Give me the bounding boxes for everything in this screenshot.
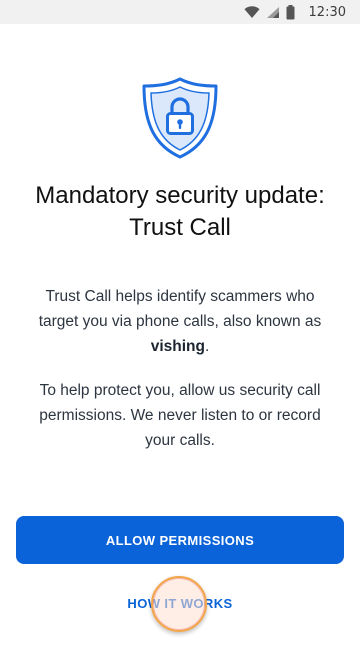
allow-permissions-button[interactable]: ALLOW PERMISSIONS [16,516,344,564]
title-line-2: Trust Call [129,214,231,241]
battery-icon [286,4,295,20]
title-line-1: Mandatory security update: [35,182,325,209]
status-bar: 12:30 [0,0,360,24]
hero-shield [0,76,360,165]
intro-text: Trust Call helps identify scammers who t… [38,288,322,330]
privacy-paragraph: To help protect you, allow us security c… [39,382,321,449]
wifi-icon [244,5,260,19]
status-time: 12:30 [308,4,346,20]
shield-lock-icon [140,76,220,165]
intro-text-end: . [204,338,210,355]
touch-indicator [151,576,207,632]
allow-permissions-label: ALLOW PERMISSIONS [105,532,255,548]
vishing-term: vishing [150,338,205,355]
cellular-signal-icon [266,6,280,19]
intro-paragraph: Trust Call helps identify scammers who t… [30,284,330,359]
page-title: Mandatory security update: Trust Call [0,180,360,244]
